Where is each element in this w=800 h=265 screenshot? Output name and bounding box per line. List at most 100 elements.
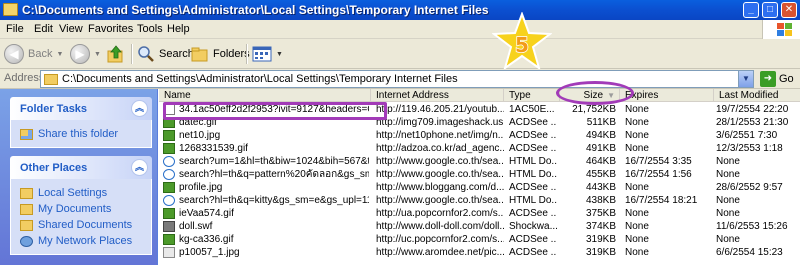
address-label: Address (4, 72, 45, 84)
file-expires: None (625, 234, 649, 245)
file-row[interactable]: kg-ca336.gif http://uc.popcornfor2.com/s.… (159, 233, 800, 246)
file-internet-address: http://119.46.205.21/youtub... (376, 104, 504, 115)
chevron-down-icon: ▼ (56, 50, 64, 58)
file-row[interactable]: search?hl=th&q=pattern%20คัดลอก&gs_sm=e&… (159, 168, 800, 181)
menu-view[interactable]: View (59, 23, 83, 35)
menu-file[interactable]: File (6, 23, 24, 35)
file-type: HTML Do... (509, 156, 557, 167)
menu-tools[interactable]: Tools (137, 23, 163, 35)
file-expires: None (625, 143, 649, 154)
folder-tasks-header[interactable]: Folder Tasks ︽ (10, 97, 152, 120)
file-name: doll.swf (179, 221, 213, 232)
file-name: p10057_1.jpg (179, 247, 240, 258)
collapse-chevron-icon[interactable]: ︽ (131, 100, 148, 117)
place-local-settings[interactable]: Local Settings (11, 185, 151, 201)
menu-edit[interactable]: Edit (34, 23, 53, 35)
back-arrow-icon: ◀ (4, 44, 24, 64)
collapse-chevron-icon[interactable]: ︽ (131, 159, 148, 176)
other-places-panel: Other Places ︽ Local Settings My Documen… (10, 156, 152, 255)
menu-help[interactable]: Help (167, 23, 190, 35)
column-type[interactable]: Type (504, 89, 560, 102)
search-button[interactable]: Search (137, 43, 194, 65)
toolbar: ◀ Back ▼ ▶ ▼ Search Folders ▼ (0, 39, 800, 69)
file-internet-address: http://img709.imageshack.us... (376, 117, 504, 128)
star-number: 5 (515, 33, 529, 57)
minimize-button[interactable]: _ (743, 2, 759, 18)
gif-file-icon (163, 208, 175, 219)
file-row[interactable]: datec.gif http://img709.imageshack.us... A… (159, 116, 800, 129)
forward-button[interactable]: ▶ ▼ (70, 43, 101, 65)
file-expires: 16/7/2554 1:56 (625, 169, 692, 180)
place-label: Shared Documents (38, 219, 133, 231)
column-name[interactable]: Name (159, 89, 371, 102)
views-button[interactable]: ▼ (252, 43, 283, 65)
column-expires[interactable]: Expires (620, 89, 714, 102)
file-size: 374KB (585, 221, 616, 232)
place-my-network-places[interactable]: My Network Places (11, 233, 151, 249)
chevron-down-icon: ▼ (276, 50, 283, 58)
html-file-icon (163, 169, 175, 180)
file-internet-address: http://www.aromdee.net/pic... (376, 247, 504, 258)
file-row[interactable]: p10057_1.jpg http://www.aromdee.net/pic..… (159, 246, 800, 259)
file-size: 319KB (585, 247, 616, 258)
file-name: search?hl=th&q=kitty&gs_sm=e&gs_upl=1187… (179, 195, 369, 206)
file-row[interactable]: ieVaa574.gif http://ua.popcornfor2.com/s.… (159, 207, 800, 220)
go-button[interactable]: ➜ Go (760, 71, 794, 87)
file-expires: None (625, 130, 649, 141)
file-size: 21,752KB (572, 104, 616, 115)
folder-icon (20, 219, 33, 231)
file-row[interactable]: 1268331539.gif http://adzoa.co.kr/ad_agen… (159, 142, 800, 155)
column-header-row: Name Internet Address Type Size ▼ Expire… (159, 89, 800, 102)
file-row[interactable]: 34.1ac50eff2d2f2953?ivit=9127&headers=Co… (159, 103, 800, 116)
file-internet-address: http://www.doll-doll.com/doll... (376, 221, 504, 232)
file-row[interactable]: search?um=1&hl=th&biw=1024&bih=567&tbm..… (159, 155, 800, 168)
maximize-button[interactable]: □ (762, 2, 778, 18)
file-last-modified: None (716, 195, 740, 206)
address-bar: Address C:\Documents and Settings\Admini… (0, 69, 800, 89)
column-size[interactable]: Size ▼ (560, 89, 620, 102)
views-icon (252, 46, 272, 62)
column-last-modified[interactable]: Last Modified (714, 89, 800, 102)
other-places-header[interactable]: Other Places ︽ (10, 156, 152, 179)
file-name: search?hl=th&q=pattern%20คัดลอก&gs_sm=e&… (179, 169, 369, 180)
file-internet-address: http://www.bloggang.com/d... (376, 182, 504, 193)
go-arrow-icon: ➜ (760, 71, 776, 87)
file-type: ACDSee ... (509, 234, 557, 245)
address-input[interactable]: C:\Documents and Settings\Administrator\… (40, 70, 754, 88)
file-row[interactable]: search?hl=th&q=kitty&gs_sm=e&gs_upl=1187… (159, 194, 800, 207)
share-folder-link[interactable]: Share this folder (11, 126, 151, 142)
html-file-icon (163, 156, 175, 167)
gif-file-icon (163, 234, 175, 245)
column-size-label: Size (583, 90, 603, 101)
place-my-documents[interactable]: My Documents (11, 201, 151, 217)
folders-button[interactable]: Folders (191, 43, 250, 65)
address-dropdown-button[interactable]: ▼ (738, 71, 753, 87)
close-button[interactable]: ✕ (781, 2, 797, 18)
file-type: 1AC50E... (509, 104, 555, 115)
file-type: HTML Do... (509, 195, 557, 206)
column-internet-address[interactable]: Internet Address (371, 89, 504, 102)
file-row[interactable]: profile.jpg http://www.bloggang.com/d... A… (159, 181, 800, 194)
file-last-modified: 19/7/2554 22:20 (716, 104, 789, 115)
file-name: datec.gif (179, 117, 217, 128)
up-folder-button[interactable] (106, 43, 126, 65)
menu-favorites[interactable]: Favorites (88, 23, 133, 35)
file-size: 455KB (585, 169, 616, 180)
back-button[interactable]: ◀ Back ▼ (4, 43, 63, 65)
file-last-modified: 3/6/2551 7:30 (716, 130, 778, 141)
file-type: Shockwa... (509, 221, 557, 232)
up-folder-icon (107, 45, 123, 63)
place-shared-documents[interactable]: Shared Documents (11, 217, 151, 233)
file-name: 1268331539.gif (179, 143, 248, 154)
file-size: 438KB (585, 195, 616, 206)
file-type: ACDSee ... (509, 182, 557, 193)
folders-icon (191, 47, 208, 62)
file-row[interactable]: net10.jpg http://net10phone.net/img/n... A… (159, 129, 800, 142)
file-row[interactable]: doll.swf http://www.doll-doll.com/doll...… (159, 220, 800, 233)
other-places-title: Other Places (20, 162, 88, 174)
file-name: ieVaa574.gif (179, 208, 234, 219)
file-name: search?um=1&hl=th&biw=1024&bih=567&tbm..… (179, 156, 369, 167)
file-size: 319KB (585, 234, 616, 245)
file-type: ACDSee ... (509, 143, 557, 154)
file-last-modified: 28/1/2553 21:30 (716, 117, 789, 128)
